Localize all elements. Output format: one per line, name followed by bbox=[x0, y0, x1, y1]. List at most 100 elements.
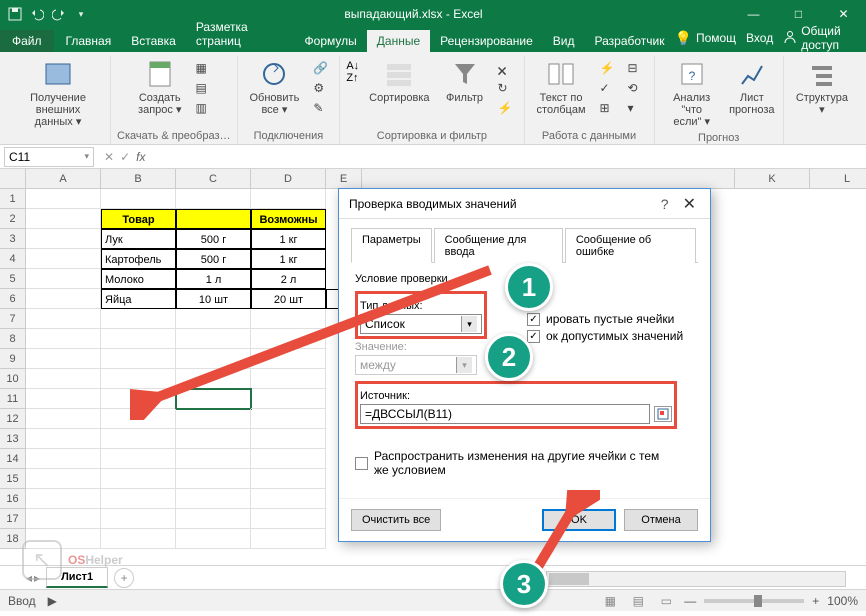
range-picker-icon[interactable] bbox=[654, 406, 672, 422]
row-h[interactable]: 5 bbox=[0, 269, 26, 289]
sb3[interactable]: ▥ bbox=[191, 100, 215, 118]
formula-bar[interactable] bbox=[151, 155, 866, 159]
row-headers: 123456789101112131415161718 bbox=[0, 189, 26, 549]
sb1[interactable]: ▦ bbox=[191, 60, 215, 78]
tab-view[interactable]: Вид bbox=[543, 30, 585, 52]
ok-button[interactable]: OK bbox=[542, 509, 616, 531]
quick-access-toolbar: ▾ bbox=[0, 7, 96, 21]
statusbar: Ввод ▶ ▦ ▤ ▭ — + 100% bbox=[0, 589, 866, 611]
col-h bbox=[362, 169, 735, 189]
tab-data[interactable]: Данные bbox=[367, 30, 430, 52]
col-h[interactable]: A bbox=[26, 169, 101, 189]
propagate-checkbox[interactable]: Распространить изменения на другие ячейк… bbox=[355, 449, 694, 477]
refresh-all-button[interactable]: Обновить все ▾ bbox=[244, 56, 306, 118]
badge-3: 3 bbox=[500, 560, 548, 608]
tab-insert[interactable]: Вставка bbox=[121, 30, 186, 52]
view-layout-icon[interactable]: ▤ bbox=[628, 592, 648, 610]
row-h[interactable]: 6 bbox=[0, 289, 26, 309]
clear-all-button[interactable]: Очистить все bbox=[351, 509, 441, 531]
cells: ТоварВозможны Лук500 г1 кг Картофель500 … bbox=[26, 189, 362, 549]
tab-home[interactable]: Главная bbox=[56, 30, 122, 52]
row-h[interactable]: 11 bbox=[0, 389, 26, 409]
source-input[interactable]: =ДВССЫЛ(B11) bbox=[360, 404, 650, 424]
text-to-columns-button[interactable]: Текст по столбцам bbox=[531, 56, 592, 118]
zoom-plus[interactable]: + bbox=[812, 594, 819, 608]
row-h[interactable]: 17 bbox=[0, 509, 26, 529]
save-icon[interactable] bbox=[8, 7, 22, 21]
row-h[interactable]: 1 bbox=[0, 189, 26, 209]
row-h[interactable]: 4 bbox=[0, 249, 26, 269]
undo-icon[interactable] bbox=[30, 7, 44, 21]
file-tab[interactable]: Файл bbox=[0, 30, 54, 52]
between-combo: между▾ bbox=[355, 355, 477, 375]
tab-review[interactable]: Рецензирование bbox=[430, 30, 543, 52]
dlg-tab-error[interactable]: Сообщение об ошибке bbox=[565, 228, 696, 263]
col-h[interactable]: K bbox=[735, 169, 810, 189]
outline-button[interactable]: Структура ▾ bbox=[790, 56, 854, 118]
external-data-button[interactable]: Получение внешних данных ▾ bbox=[12, 56, 104, 130]
enter-fx-icon[interactable]: ✓ bbox=[120, 150, 130, 164]
tab-formulas[interactable]: Формулы bbox=[295, 30, 367, 52]
row-h[interactable]: 9 bbox=[0, 349, 26, 369]
view-break-icon[interactable]: ▭ bbox=[656, 592, 676, 610]
zoom-minus[interactable]: — bbox=[684, 594, 696, 608]
sort-button[interactable]: Сортировка bbox=[363, 56, 435, 106]
h-scrollbar[interactable] bbox=[546, 571, 846, 587]
row-h[interactable]: 10 bbox=[0, 369, 26, 389]
row-h[interactable]: 14 bbox=[0, 449, 26, 469]
help-icon[interactable]: 💡 bbox=[675, 30, 692, 47]
col-h[interactable]: E bbox=[326, 169, 362, 189]
row-h[interactable]: 8 bbox=[0, 329, 26, 349]
chevron-down-icon: ▾ bbox=[461, 316, 477, 332]
row-h[interactable]: 3 bbox=[0, 229, 26, 249]
cancel-fx-icon[interactable]: ✕ bbox=[104, 150, 114, 164]
macro-icon[interactable]: ▶ bbox=[48, 594, 57, 608]
col-h[interactable]: C bbox=[176, 169, 251, 189]
row-h[interactable]: 7 bbox=[0, 309, 26, 329]
selected-cell[interactable] bbox=[176, 389, 251, 409]
select-all-corner[interactable] bbox=[0, 169, 26, 189]
new-query-button[interactable]: Создать запрос ▾ bbox=[132, 56, 187, 118]
cancel-button[interactable]: Отмена bbox=[624, 509, 698, 531]
whatif-button[interactable]: ?Анализ "что если" ▾ bbox=[661, 56, 723, 130]
svg-text:?: ? bbox=[688, 69, 695, 83]
source-label: Источник: bbox=[360, 390, 672, 402]
share-button[interactable]: Общий доступ bbox=[783, 24, 858, 52]
redo-icon[interactable] bbox=[52, 7, 66, 21]
watermark: ↖ OSHelper bbox=[22, 540, 123, 580]
row-h[interactable]: 2 bbox=[0, 209, 26, 229]
fx-icon[interactable]: fx bbox=[136, 150, 151, 164]
tab-layout[interactable]: Разметка страниц bbox=[186, 16, 295, 52]
zoom-slider[interactable] bbox=[704, 599, 804, 603]
sheet-tabs: ◂▸ Лист1 + bbox=[0, 565, 866, 589]
dlg-tab-input[interactable]: Сообщение для ввода bbox=[434, 228, 563, 263]
ribbon: Получение внешних данных ▾ Создать запро… bbox=[0, 52, 866, 145]
formula-bar-row: C11▾ ✕ ✓ fx bbox=[0, 145, 866, 169]
row-h[interactable]: 16 bbox=[0, 489, 26, 509]
ignore-blank-checkbox[interactable]: ировать пустые ячейки bbox=[527, 312, 683, 326]
dialog-help-icon[interactable]: ? bbox=[651, 196, 679, 212]
badge-1: 1 bbox=[505, 263, 553, 311]
row-h[interactable]: 13 bbox=[0, 429, 26, 449]
col-h[interactable]: L bbox=[810, 169, 866, 189]
view-normal-icon[interactable]: ▦ bbox=[600, 592, 620, 610]
dropdown-list-checkbox[interactable]: ок допустимых значений bbox=[527, 329, 683, 343]
help-label[interactable]: Помощ bbox=[696, 31, 736, 45]
col-h[interactable]: D bbox=[251, 169, 326, 189]
dialog-close-icon[interactable]: ✕ bbox=[679, 194, 700, 214]
type-combo[interactable]: Список▾ bbox=[360, 314, 482, 334]
tab-developer[interactable]: Разработчик bbox=[585, 30, 675, 52]
zoom-level[interactable]: 100% bbox=[827, 594, 858, 608]
qat-dropdown-icon[interactable]: ▾ bbox=[74, 7, 88, 21]
dlg-tab-params[interactable]: Параметры bbox=[351, 228, 432, 263]
filter-button[interactable]: Фильтр bbox=[440, 56, 490, 106]
status-mode: Ввод bbox=[8, 594, 36, 608]
name-box[interactable]: C11▾ bbox=[4, 147, 94, 167]
forecast-button[interactable]: Лист прогноза bbox=[727, 56, 777, 118]
sb2[interactable]: ▤ bbox=[191, 80, 215, 98]
row-h[interactable]: 15 bbox=[0, 469, 26, 489]
col-headers: A B C D E K L bbox=[26, 169, 866, 189]
signin-label[interactable]: Вход bbox=[746, 31, 773, 45]
col-h[interactable]: B bbox=[101, 169, 176, 189]
row-h[interactable]: 12 bbox=[0, 409, 26, 429]
